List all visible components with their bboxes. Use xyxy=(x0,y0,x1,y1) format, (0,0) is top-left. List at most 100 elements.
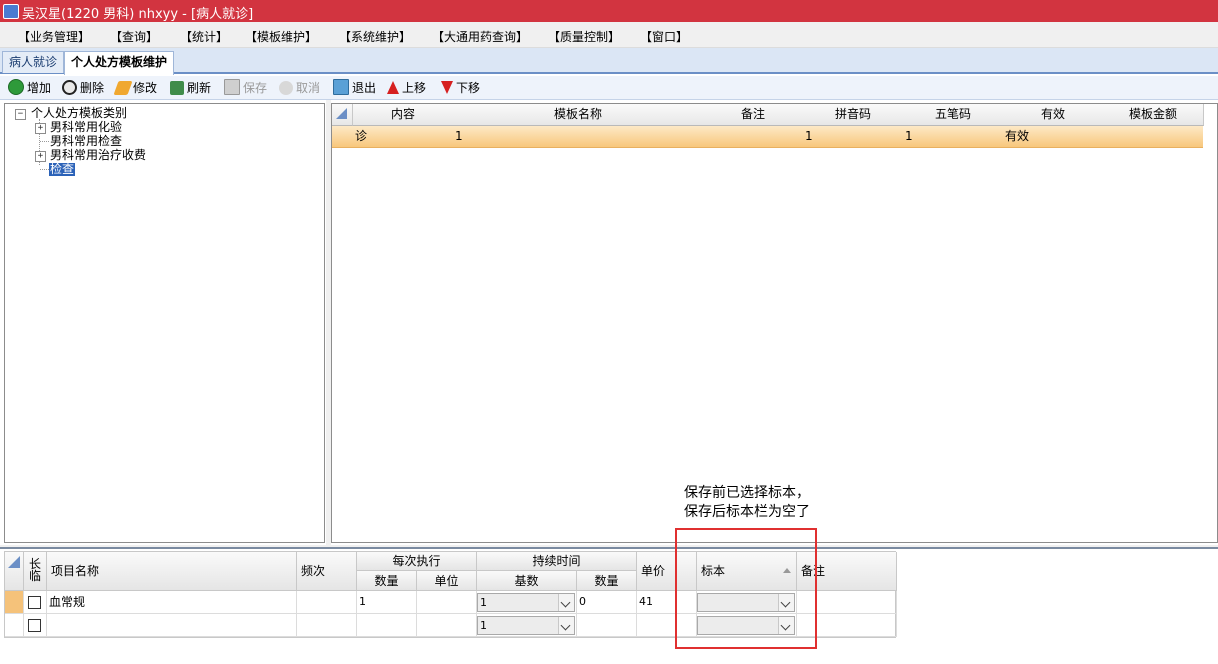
long-temp-cell xyxy=(24,614,47,637)
base-combo[interactable]: 1 xyxy=(477,616,575,635)
delete-label: 删除 xyxy=(80,81,105,95)
col-quantity[interactable]: 数量 xyxy=(357,571,417,591)
menu-statistics[interactable]: 【统计】 xyxy=(180,28,228,45)
col-pinyin[interactable]: 拼音码 xyxy=(803,104,904,126)
modify-button[interactable]: 修改 xyxy=(113,79,158,97)
cell-unit[interactable] xyxy=(417,614,477,637)
delete-button[interactable]: 删除 xyxy=(62,79,104,97)
cell-valid: 有效 xyxy=(1005,129,1030,143)
cell-quantity[interactable] xyxy=(357,614,417,637)
grid-corner xyxy=(332,104,353,126)
tree-expand-icon[interactable]: + xyxy=(35,151,46,162)
add-icon xyxy=(8,79,24,95)
annotation-highlight-box xyxy=(675,528,817,649)
annotation-line-2: 保存后标本栏为空了 xyxy=(684,504,810,520)
add-button[interactable]: 增加 xyxy=(8,79,51,97)
horizontal-splitter[interactable] xyxy=(0,545,1218,549)
col-amount[interactable]: 模板金额 xyxy=(1103,104,1204,126)
cell-unit[interactable] xyxy=(417,591,477,614)
chevron-down-icon[interactable] xyxy=(558,617,574,634)
tab-strip: 病人就诊 个人处方模板维护 xyxy=(0,48,1218,75)
item-grid-corner xyxy=(5,552,24,591)
tree-root[interactable]: 个人处方模板类别 xyxy=(31,107,127,120)
template-grid: 内容 模板名称 备注 拼音码 五笔码 有效 模板金额 诊 1 1 1 有效 xyxy=(331,103,1218,543)
col-valid[interactable]: 有效 xyxy=(1003,104,1104,126)
template-category-tree: − 个人处方模板类别 + 男科常用化验 男科常用检查 + 男科常用治疗收费 检查 xyxy=(4,103,325,543)
exit-button[interactable]: 退出 xyxy=(333,79,376,97)
cell-wubi: 1 xyxy=(905,129,913,143)
cell-item-name[interactable]: 血常规 xyxy=(47,591,297,614)
col-item-name[interactable]: 项目名称 xyxy=(47,552,297,591)
base-combo-value: 1 xyxy=(480,596,487,609)
col-duration-qty[interactable]: 数量 xyxy=(577,571,637,591)
menu-bar: 【业务管理】 【查询】 【统计】 【模板维护】 【系统维护】 【大通用药查询】 … xyxy=(0,22,1218,48)
exit-icon xyxy=(333,79,349,95)
long-temp-checkbox[interactable] xyxy=(28,619,41,632)
col-content[interactable]: 内容 xyxy=(353,104,454,126)
tree-item-selected[interactable]: 检查 xyxy=(49,163,76,176)
refresh-label: 刷新 xyxy=(187,81,212,95)
col-template-name[interactable]: 模板名称 xyxy=(453,104,704,126)
col-group-per-exec: 每次执行 xyxy=(357,552,477,571)
col-wubi[interactable]: 五笔码 xyxy=(903,104,1004,126)
cell-frequency[interactable] xyxy=(297,591,357,614)
move-down-label: 下移 xyxy=(456,81,481,95)
cell-template-name: 1 xyxy=(455,129,463,143)
col-remark[interactable]: 备注 xyxy=(703,104,804,126)
cell-pinyin: 1 xyxy=(805,129,813,143)
tree-expand-icon[interactable]: + xyxy=(35,123,46,134)
tree-item[interactable]: 男科常用治疗收费 xyxy=(50,149,146,162)
move-up-button[interactable]: 上移 xyxy=(387,79,426,97)
cell-quantity[interactable]: 1 xyxy=(357,591,417,614)
undo-icon xyxy=(279,81,293,95)
menu-quality-control[interactable]: 【质量控制】 xyxy=(548,28,620,45)
cell-base: 1 xyxy=(477,591,577,614)
base-combo[interactable]: 1 xyxy=(477,593,575,612)
col-long-temp[interactable]: 长 临 xyxy=(24,552,47,591)
row-indicator[interactable] xyxy=(5,591,24,614)
exit-label: 退出 xyxy=(352,81,377,95)
cell-duration-qty[interactable] xyxy=(577,614,637,637)
col-frequency[interactable]: 频次 xyxy=(297,552,357,591)
col-base[interactable]: 基数 xyxy=(477,571,577,591)
modify-label: 修改 xyxy=(133,81,158,95)
long-temp-cell xyxy=(24,591,47,614)
menu-template-maintenance[interactable]: 【模板维护】 xyxy=(245,28,317,45)
menu-drug-query[interactable]: 【大通用药查询】 xyxy=(432,28,528,45)
move-down-button[interactable]: 下移 xyxy=(441,79,480,97)
annotation-line-1: 保存前已选择标本， xyxy=(684,485,810,501)
arrow-down-icon xyxy=(441,81,453,94)
cancel-button[interactable]: 取消 xyxy=(279,79,320,97)
save-icon xyxy=(224,79,240,95)
refresh-icon xyxy=(170,81,184,95)
col-unit[interactable]: 单位 xyxy=(417,571,477,591)
cell-remark xyxy=(703,126,803,147)
window-title: 吴汉星(1220 男科) nhxyy - [病人就诊] xyxy=(22,7,254,22)
refresh-button[interactable]: 刷新 xyxy=(170,79,211,97)
edit-icon xyxy=(113,81,133,95)
cell-amount xyxy=(1103,126,1203,147)
save-button[interactable]: 保存 xyxy=(224,79,267,97)
cell-item-name[interactable] xyxy=(47,614,297,637)
tree-collapse-icon[interactable]: − xyxy=(15,109,26,120)
base-combo-value: 1 xyxy=(480,619,487,632)
tab-patient-visit[interactable]: 病人就诊 xyxy=(2,51,65,73)
cell-base: 1 xyxy=(477,614,577,637)
menu-query[interactable]: 【查询】 xyxy=(110,28,158,45)
chevron-down-icon[interactable] xyxy=(558,594,574,611)
menu-business[interactable]: 【业务管理】 xyxy=(18,28,90,45)
row-indicator[interactable] xyxy=(5,614,24,637)
cell-content: 诊 xyxy=(355,129,368,143)
menu-window[interactable]: 【窗口】 xyxy=(640,28,688,45)
tree-item[interactable]: 男科常用检查 xyxy=(50,135,122,148)
long-temp-checkbox[interactable] xyxy=(28,596,41,609)
cell-duration-qty[interactable]: 0 xyxy=(577,591,637,614)
cell-frequency[interactable] xyxy=(297,614,357,637)
cancel-label: 取消 xyxy=(296,81,321,95)
tree-item[interactable]: 男科常用化验 xyxy=(50,121,122,134)
tab-personal-template[interactable]: 个人处方模板维护 xyxy=(64,51,175,75)
arrow-up-icon xyxy=(387,81,399,94)
toolbar: 增加 删除 修改 刷新 保存 取消 退出 上移 下移 xyxy=(0,76,1218,100)
annotation-note: 保存前已选择标本， 保存后标本栏为空了 xyxy=(684,484,834,522)
menu-system-maintenance[interactable]: 【系统维护】 xyxy=(339,28,411,45)
